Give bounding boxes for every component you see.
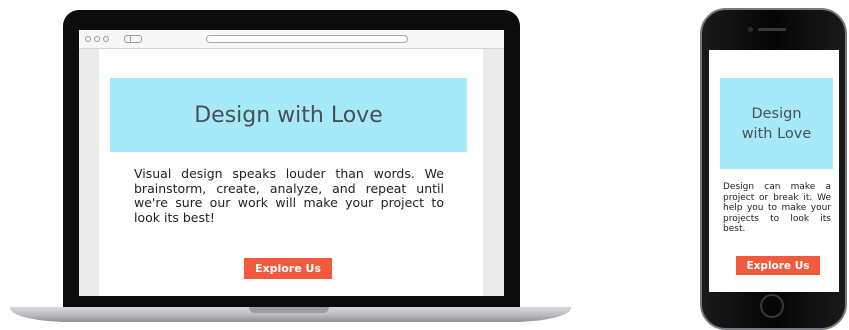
phone-explore-button[interactable]: Explore Us [736,256,820,275]
phone-body-text: Design can make a project or break it. W… [723,182,831,234]
laptop-hero-banner: Design with Love [110,78,467,152]
camera-icon [748,27,753,32]
laptop-hero-title: Design with Love [194,102,383,128]
tab-icon[interactable] [124,35,142,43]
window-maximize-icon[interactable] [103,36,109,42]
window-close-icon[interactable] [85,36,91,42]
laptop-notch [249,307,329,313]
phone-hero-banner: Design with Love [720,78,833,169]
laptop-page: Design with Love Visual design speaks lo… [99,49,483,296]
phone-screen: Design with Love Design can make a proje… [709,50,839,292]
laptop-screen: Design with Love Visual design speaks lo… [79,30,504,296]
address-bar[interactable] [206,35,408,43]
window-minimize-icon[interactable] [94,36,100,42]
phone-hero-title: Design with Love [741,105,812,142]
browser-toolbar [79,30,504,49]
laptop-body-text: Visual design speaks louder than words. … [134,166,444,225]
home-button-icon[interactable] [760,294,784,318]
speaker-icon [758,28,786,31]
laptop-explore-button[interactable]: Explore Us [244,258,332,279]
